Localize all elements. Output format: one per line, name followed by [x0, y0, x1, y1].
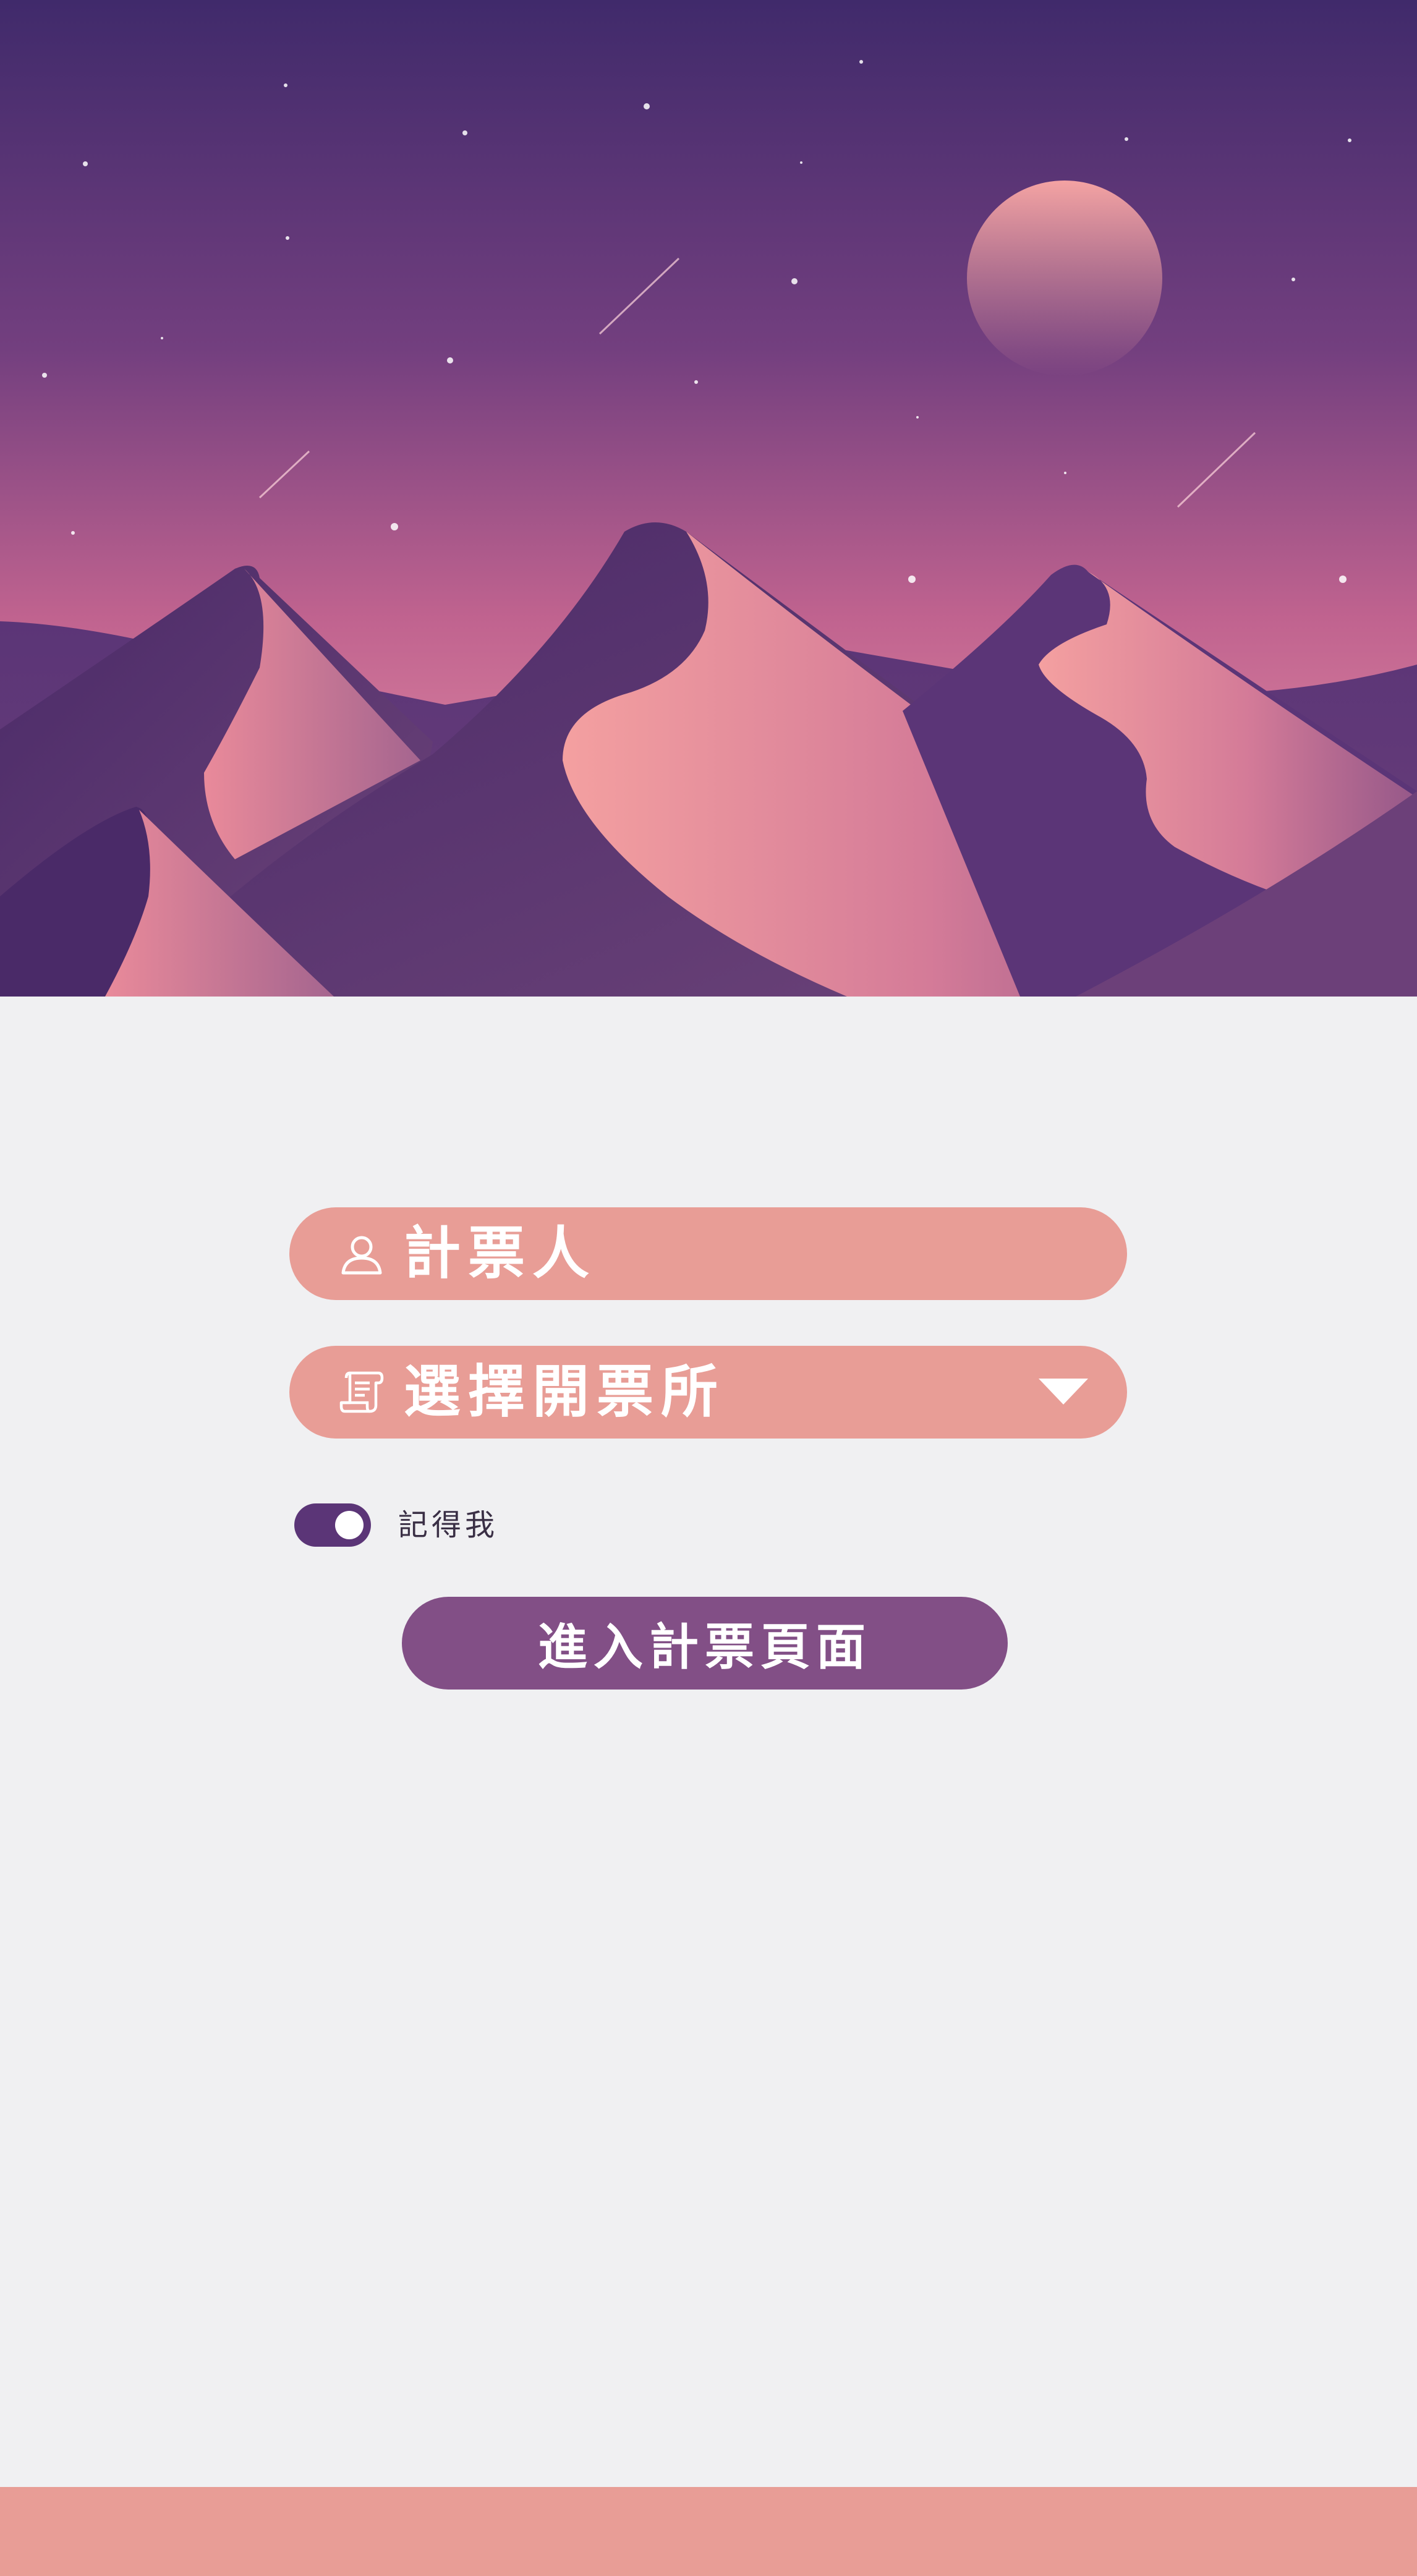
scroll-document-icon [339, 1369, 385, 1415]
triangle-down-icon[interactable] [1039, 1379, 1088, 1406]
toggle-knob [335, 1511, 364, 1539]
remember-me-label: 記得我 [398, 1508, 499, 1542]
counter-name-field[interactable]: 計票人 [289, 1207, 1127, 1300]
user-icon [339, 1231, 385, 1277]
footer-bar [0, 2487, 1417, 2576]
remember-me-row: 記得我 [294, 1503, 498, 1547]
hero-illustration [0, 0, 1417, 997]
polling-station-select[interactable]: 選擇開票所 [289, 1346, 1127, 1439]
polling-station-label: 選擇開票所 [404, 1359, 726, 1425]
counter-name-label: 計票人 [404, 1220, 597, 1286]
enter-counting-page-button[interactable]: 進入計票頁面 [402, 1597, 1008, 1690]
remember-me-toggle[interactable] [294, 1503, 371, 1547]
